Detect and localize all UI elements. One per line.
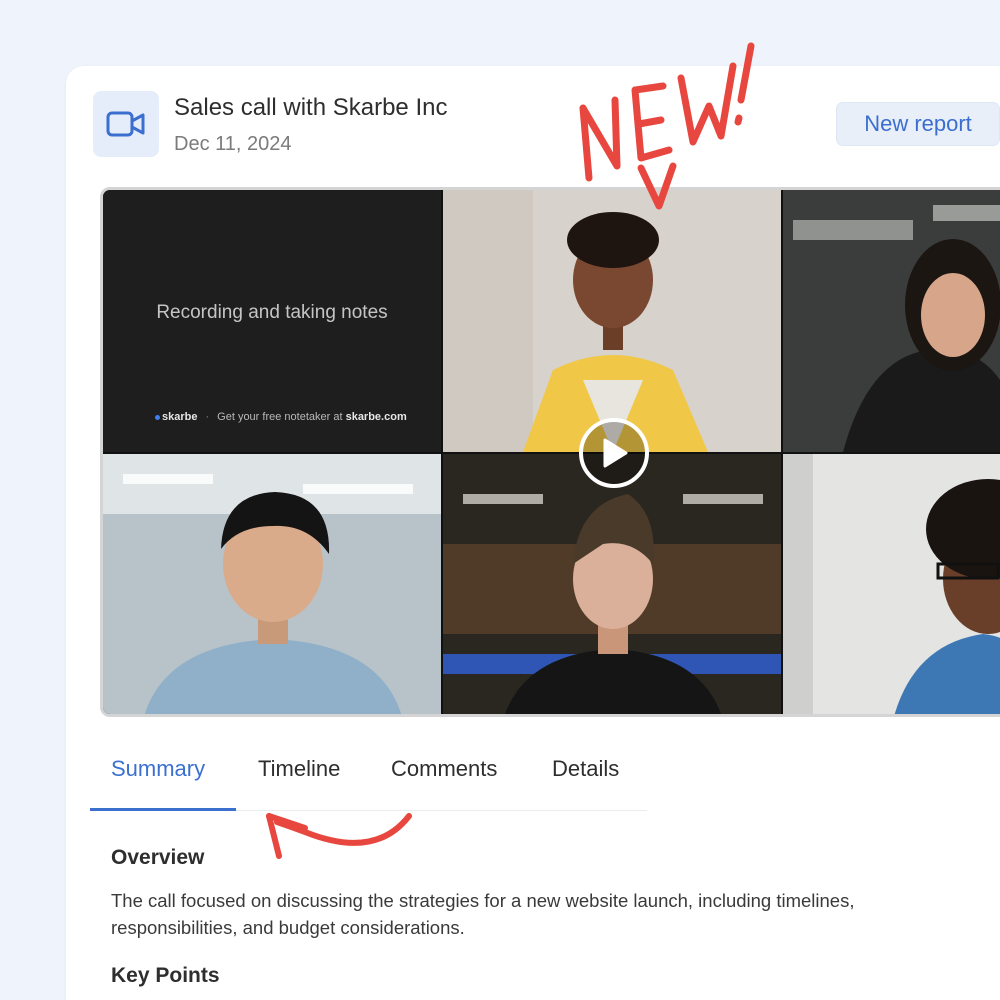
grid-divider xyxy=(103,452,1000,454)
active-tab-indicator xyxy=(90,808,236,811)
report-tabs: Summary Timeline Comments Details xyxy=(90,741,647,811)
participant-tile-2 xyxy=(783,190,1000,452)
key-points-heading: Key Points xyxy=(111,964,220,987)
tab-details[interactable]: Details xyxy=(552,756,619,782)
recording-text: Recording and taking notes xyxy=(156,302,388,323)
overview-heading: Overview xyxy=(111,846,205,869)
footer-brand: skarbe xyxy=(162,411,198,423)
participant-tile-1 xyxy=(443,190,781,452)
call-title: Sales call with Skarbe Inc xyxy=(174,94,448,121)
participant-tile-3 xyxy=(103,454,441,714)
participant-tile-4 xyxy=(443,454,781,714)
recording-footer: skarbe · Get your free notetaker at skar… xyxy=(155,411,407,423)
new-report-button[interactable]: New report xyxy=(836,102,1000,146)
overview-text: The call focused on discussing the strat… xyxy=(111,890,855,938)
tab-comments[interactable]: Comments xyxy=(391,756,497,782)
play-icon xyxy=(603,438,628,468)
tab-timeline[interactable]: Timeline xyxy=(258,756,340,782)
call-report-card: Sales call with Skarbe Inc Dec 11, 2024 … xyxy=(66,66,1000,1000)
play-button[interactable] xyxy=(579,418,649,488)
brand-dot-icon xyxy=(155,414,160,420)
video-camera-icon xyxy=(93,91,159,157)
participant-tile-5 xyxy=(783,454,1000,714)
video-player[interactable]: Recording and taking notes skarbe · Get … xyxy=(100,187,1000,717)
tab-summary[interactable]: Summary xyxy=(111,756,205,782)
footer-separator: · xyxy=(205,411,210,423)
footer-link: skarbe.com xyxy=(345,411,407,423)
recording-tile: Recording and taking notes skarbe · Get … xyxy=(103,190,441,452)
call-date: Dec 11, 2024 xyxy=(174,133,292,155)
footer-prefix: Get your free notetaker at xyxy=(217,411,343,423)
